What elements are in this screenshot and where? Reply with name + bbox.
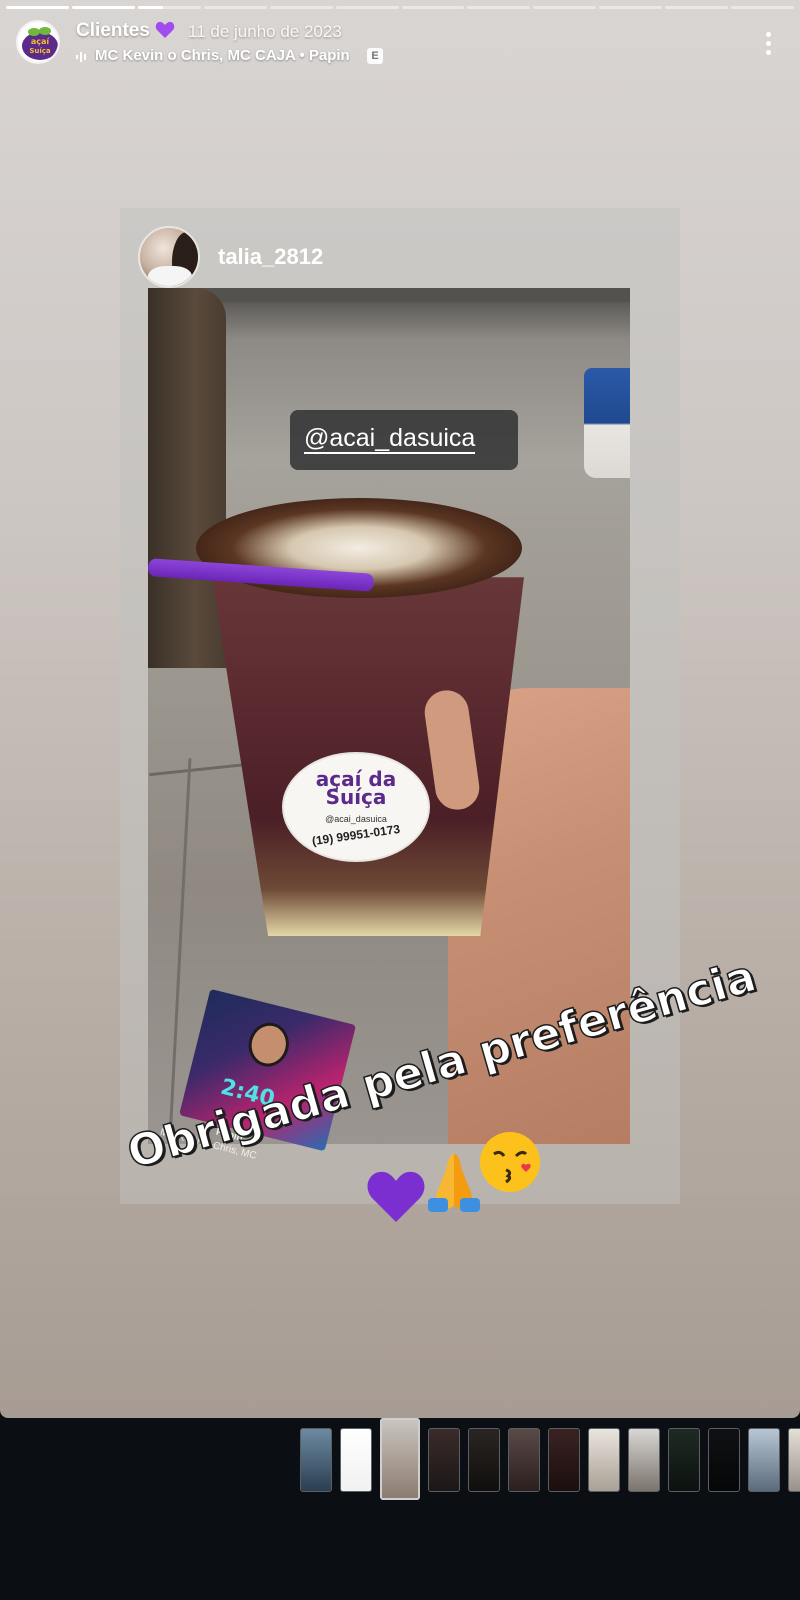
mention-sticker[interactable]: @acai_dasuica xyxy=(290,410,518,470)
svg-text:açaí: açaí xyxy=(31,37,51,46)
story-music-info[interactable]: MC Kevin o Chris, MC CAJA • Papin xyxy=(95,47,350,64)
story-username[interactable]: Clientes xyxy=(76,20,150,42)
purple-heart-icon xyxy=(367,1171,425,1222)
story-thumb-7[interactable] xyxy=(548,1428,580,1492)
story-thumb-1[interactable] xyxy=(300,1428,332,1492)
story-thumb-11[interactable] xyxy=(708,1428,740,1492)
post-author-username[interactable]: talia_2812 xyxy=(218,244,323,270)
story-thumb-5[interactable] xyxy=(468,1428,500,1492)
progress-segment xyxy=(203,6,267,9)
cup-brand-label: açaí da Suíça @acai_dasuica (19) 99951-0… xyxy=(282,752,430,862)
story-thumb-13[interactable] xyxy=(788,1428,800,1492)
story-thumb-9[interactable] xyxy=(628,1428,660,1492)
story-thumb-10[interactable] xyxy=(668,1428,700,1492)
profile-avatar[interactable]: açaí Suíça xyxy=(16,20,60,64)
story-thumb-3[interactable] xyxy=(380,1418,420,1500)
more-options-icon[interactable] xyxy=(756,32,780,62)
kissing-face-icon xyxy=(480,1132,540,1192)
progress-segment xyxy=(401,6,465,9)
post-author-avatar[interactable] xyxy=(138,226,200,288)
folded-hands-icon xyxy=(428,1154,480,1212)
story-thumb-4[interactable] xyxy=(428,1428,460,1492)
progress-segment xyxy=(6,6,69,9)
story-thumb-12[interactable] xyxy=(748,1428,780,1492)
progress-segment xyxy=(269,6,333,9)
progress-segment xyxy=(137,6,201,9)
story-header: açaí Suíça Clientes 11 de junho de 2023 … xyxy=(0,14,800,74)
mention-text: @acai_dasuica xyxy=(304,424,476,454)
explicit-badge: E xyxy=(367,48,383,64)
progress-segment xyxy=(467,6,531,9)
story-thumb-8[interactable] xyxy=(588,1428,620,1492)
caption-emojis xyxy=(366,1130,556,1222)
cup-brand-text: açaí da Suíça xyxy=(315,767,397,809)
svg-text:Suíça: Suíça xyxy=(29,47,51,55)
music-icon xyxy=(76,52,86,62)
progress-segment xyxy=(335,6,399,9)
story-viewer[interactable]: açaí Suíça Clientes 11 de junho de 2023 … xyxy=(0,0,800,1418)
story-date: 11 de junho de 2023 xyxy=(188,22,342,41)
progress-segment xyxy=(533,6,597,9)
story-thumbnail-strip xyxy=(0,1418,800,1502)
progress-segment xyxy=(731,6,795,9)
heart-icon xyxy=(155,21,175,38)
story-thumb-6[interactable] xyxy=(508,1428,540,1492)
story-progress-bar xyxy=(6,6,795,9)
bottom-area xyxy=(0,1502,800,1600)
progress-segment xyxy=(599,6,663,9)
progress-segment xyxy=(665,6,729,9)
story-thumb-2[interactable] xyxy=(340,1428,372,1492)
progress-segment xyxy=(71,6,135,9)
